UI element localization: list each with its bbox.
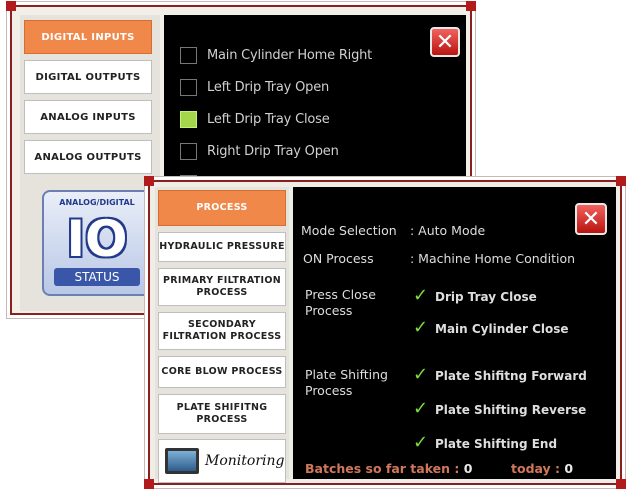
step-main-cylinder-close: Main Cylinder Close <box>435 322 569 336</box>
close-x-icon: ✕ <box>581 206 601 232</box>
close-button[interactable]: ✕ <box>430 27 460 57</box>
tab-secondary-filtration[interactable]: SECONDARY FILTRATION PROCESS <box>158 312 286 350</box>
close-button[interactable]: ✕ <box>575 203 607 235</box>
check-icon: ✓ <box>413 364 429 385</box>
input-row: Right Drip Tray Open <box>180 141 339 161</box>
mode-selection-value: : Auto Mode <box>410 223 486 238</box>
process-panel: Mode Selection : Auto Mode ON Process : … <box>293 187 616 479</box>
tab-core-blow[interactable]: CORE BLOW PROCESS <box>158 356 286 388</box>
on-process-label: ON Process <box>303 251 374 266</box>
today-label: today : <box>511 461 561 476</box>
input-label: Left Drip Tray Open <box>207 79 330 95</box>
io-sidebar: DIGITAL INPUTS DIGITAL OUTPUTS ANALOG IN… <box>20 15 160 311</box>
logo-status-text: STATUS <box>54 268 140 286</box>
check-icon: ✓ <box>413 317 429 338</box>
input-indicator-on <box>180 110 197 128</box>
check-icon: ✓ <box>413 285 429 306</box>
monitoring-logo: Monitoring <box>158 439 286 483</box>
tab-analog-inputs[interactable]: ANALOG INPUTS <box>24 100 152 134</box>
monitor-icon <box>165 448 199 474</box>
tab-plate-shifting[interactable]: PLATE SHIFITNG PROCESS <box>158 394 286 434</box>
input-label: Left Drip Tray Close <box>207 111 330 127</box>
tab-process[interactable]: PROCESS <box>158 190 286 226</box>
input-indicator-off <box>180 46 197 64</box>
frame-corner <box>6 1 16 11</box>
on-process-value: : Machine Home Condition <box>410 251 576 266</box>
batches-label: Batches so far taken : <box>305 461 460 476</box>
check-icon: ✓ <box>413 398 429 419</box>
tab-primary-filtration[interactable]: PRIMARY FILTRATION PROCESS <box>158 268 286 306</box>
step-drip-tray-close: Drip Tray Close <box>435 290 537 304</box>
input-label: Right Drip Tray Open <box>207 143 339 159</box>
input-indicator-off <box>180 142 197 160</box>
frame-corner <box>616 479 626 489</box>
input-row: Left Drip Tray Close <box>180 109 330 129</box>
io-status-logo: ANALOG/DIGITAL IO STATUS <box>42 190 152 296</box>
plate-shifting-label: Plate Shifting Process <box>305 367 388 398</box>
logo-caption: ANALOG/DIGITAL <box>59 198 135 207</box>
tab-digital-outputs[interactable]: DIGITAL OUTPUTS <box>24 60 152 94</box>
logo-io-text: IO <box>66 210 128 268</box>
tab-digital-inputs[interactable]: DIGITAL INPUTS <box>24 20 152 54</box>
step-plate-end: Plate Shifting End <box>435 437 558 451</box>
check-icon: ✓ <box>413 432 429 453</box>
press-close-label: Press Close Process <box>305 287 376 318</box>
step-plate-forward: Plate Shifitng Forward <box>435 369 587 383</box>
today-counter: today : 0 <box>511 461 573 476</box>
batches-value: 0 <box>463 461 473 476</box>
tab-hydraulic-pressure[interactable]: HYDRAULIC PRESSURE <box>158 232 286 262</box>
close-x-icon: ✕ <box>435 29 455 55</box>
monitoring-label: Monitoring <box>205 453 285 469</box>
process-window: PROCESS HYDRAULIC PRESSURE PRIMARY FILTR… <box>144 176 626 489</box>
input-indicator-off <box>180 78 197 96</box>
batches-counter: Batches so far taken : 0 <box>305 461 472 476</box>
step-plate-reverse: Plate Shifting Reverse <box>435 403 587 417</box>
input-row: Main Cylinder Home Right <box>180 45 372 65</box>
input-label: Main Cylinder Home Right <box>207 47 373 63</box>
input-row: Left Drip Tray Open <box>180 77 329 97</box>
frame-corner <box>144 479 154 489</box>
process-sidebar: PROCESS HYDRAULIC PRESSURE PRIMARY FILTR… <box>155 187 289 483</box>
frame-corner <box>616 176 626 186</box>
frame-corner <box>144 176 154 186</box>
today-value: 0 <box>564 461 574 476</box>
frame-corner <box>466 1 476 11</box>
tab-analog-outputs[interactable]: ANALOG OUTPUTS <box>24 140 152 174</box>
mode-selection-label: Mode Selection <box>301 223 397 238</box>
